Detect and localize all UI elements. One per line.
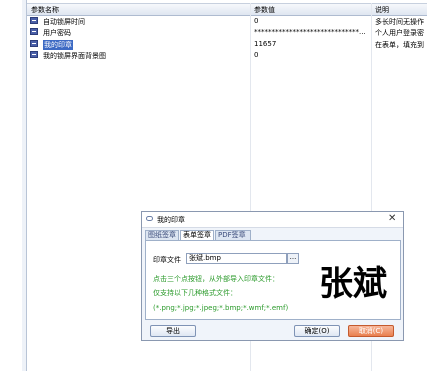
seal-preview: 张斌 bbox=[309, 251, 397, 313]
parameter-icon bbox=[30, 51, 38, 58]
dialog-title: 我的印章 bbox=[157, 216, 185, 224]
left-pane-edge bbox=[22, 0, 26, 371]
tab-drawing-seal[interactable]: 图纸签章 bbox=[145, 230, 179, 240]
row-desc: 个人用户登录密 bbox=[375, 29, 424, 37]
row-name: 我的印章 bbox=[43, 40, 73, 50]
row-value: 0 bbox=[254, 51, 259, 59]
col-header-value[interactable]: 参数值 bbox=[254, 5, 275, 15]
col-header-desc[interactable]: 说明 bbox=[375, 5, 389, 15]
form-seal-panel: 印章文件 张斌.bmp ... 点击三个点按钮，从外部导入印章文件： 仅支持以下… bbox=[145, 240, 401, 320]
hint-formats-title: 仅支持以下几种格式文件： bbox=[153, 289, 237, 297]
table-row[interactable]: 自动锁屏时间 0 多长时间无操作 bbox=[27, 16, 427, 26]
export-button[interactable]: 导出 bbox=[150, 325, 196, 337]
table-row[interactable]: 我的锁屏界面背景图 0 bbox=[27, 50, 427, 60]
my-seal-dialog: 我的印章 ✕ 图纸签章 表单签章 PDF签章 印章文件 张斌.bmp ... 点… bbox=[141, 211, 404, 341]
col-header-name[interactable]: 参数名称 bbox=[31, 5, 59, 15]
tab-pdf-seal[interactable]: PDF签章 bbox=[215, 230, 251, 240]
browse-button[interactable]: ... bbox=[287, 253, 299, 264]
row-name: 自动锁屏时间 bbox=[43, 18, 85, 26]
table-row-selected[interactable]: 我的印章 11657 在表单，填充到 bbox=[27, 39, 427, 50]
seal-file-input[interactable]: 张斌.bmp bbox=[186, 253, 287, 264]
seal-signature: 张斌 bbox=[319, 264, 387, 304]
row-desc: 在表单，填充到 bbox=[375, 41, 424, 49]
table-row[interactable]: 用户密码 ******************************... 个… bbox=[27, 27, 427, 37]
row-name: 我的锁屏界面背景图 bbox=[43, 52, 106, 60]
parameter-icon bbox=[30, 17, 38, 24]
seal-file-label: 印章文件 bbox=[153, 256, 181, 264]
cancel-button[interactable]: 取消(C) bbox=[348, 325, 394, 337]
seal-signature-text: 张斌 bbox=[319, 264, 387, 304]
grid-header: 参数名称 参数值 说明 bbox=[27, 3, 427, 16]
row-value: ******************************... bbox=[254, 28, 366, 36]
parameter-icon bbox=[30, 28, 38, 35]
row-desc: 多长时间无操作 bbox=[375, 18, 424, 26]
row-value: 0 bbox=[254, 17, 259, 25]
dialog-titlebar[interactable]: 我的印章 ✕ bbox=[142, 212, 403, 228]
close-icon[interactable]: ✕ bbox=[388, 213, 396, 224]
cloud-icon bbox=[146, 216, 153, 221]
parameter-icon bbox=[30, 40, 38, 47]
hint-formats-list: (*.png;*.jpg;*.jpeg;*.bmp;*.wmf;*.emf) bbox=[153, 304, 289, 312]
row-name: 用户密码 bbox=[43, 29, 71, 37]
left-pane bbox=[0, 0, 27, 371]
row-value: 11657 bbox=[254, 40, 277, 48]
ok-button[interactable]: 确定(O) bbox=[294, 325, 340, 337]
hint-import: 点击三个点按钮，从外部导入印章文件： bbox=[153, 275, 279, 283]
